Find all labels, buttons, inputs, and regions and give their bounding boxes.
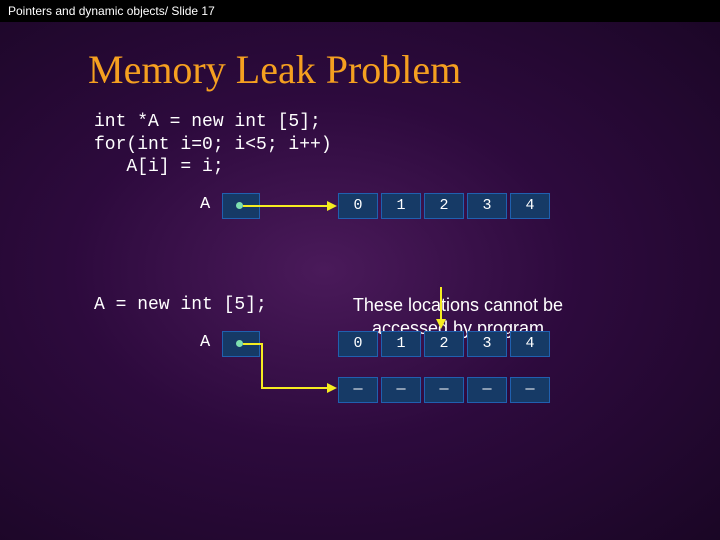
cell: 4 [510, 331, 550, 357]
pointer-dot-icon [236, 340, 243, 347]
code-line: int *A = new int [5]; [94, 112, 321, 132]
pointer-label: A [200, 195, 210, 214]
pointer-dot-icon [236, 202, 243, 209]
cell: 2 [424, 331, 464, 357]
arrow-seg [261, 343, 263, 389]
cell: — [381, 377, 421, 403]
code-line: for(int i=0; i<5; i++) [94, 135, 332, 155]
cell: 3 [467, 193, 507, 219]
cell: 0 [338, 193, 378, 219]
arrow-seg [243, 343, 263, 345]
array-row-leaked: 0 1 2 3 4 [338, 331, 550, 357]
cell: 1 [381, 193, 421, 219]
header-bar: Pointers and dynamic objects/ Slide 17 [0, 0, 720, 22]
arrow-head-icon [327, 383, 337, 393]
cell: 4 [510, 193, 550, 219]
cell: 0 [338, 331, 378, 357]
cell: — [467, 377, 507, 403]
pointer-label: A [200, 333, 210, 352]
diagram-1: A 0 1 2 3 4 [0, 193, 720, 237]
cell: 2 [424, 193, 464, 219]
arrow-line [243, 205, 327, 207]
code-line: A[i] = i; [94, 157, 224, 177]
cell: — [338, 377, 378, 403]
diagram-2: A 0 1 2 3 4 — — — — — [0, 321, 720, 451]
array-row-1: 0 1 2 3 4 [338, 193, 550, 219]
cell: — [424, 377, 464, 403]
arrow-head-down-icon [436, 319, 446, 329]
cell: — [510, 377, 550, 403]
note-line: These locations cannot be [353, 295, 563, 315]
arrow-head-icon [327, 201, 337, 211]
cell: 3 [467, 331, 507, 357]
slide-title: Memory Leak Problem [88, 46, 720, 93]
array-row-new: — — — — — [338, 377, 550, 403]
arrow-seg [263, 387, 327, 389]
cell: 1 [381, 331, 421, 357]
code-block-1: int *A = new int [5]; for(int i=0; i<5; … [94, 111, 720, 179]
arrow-vert [440, 287, 442, 321]
